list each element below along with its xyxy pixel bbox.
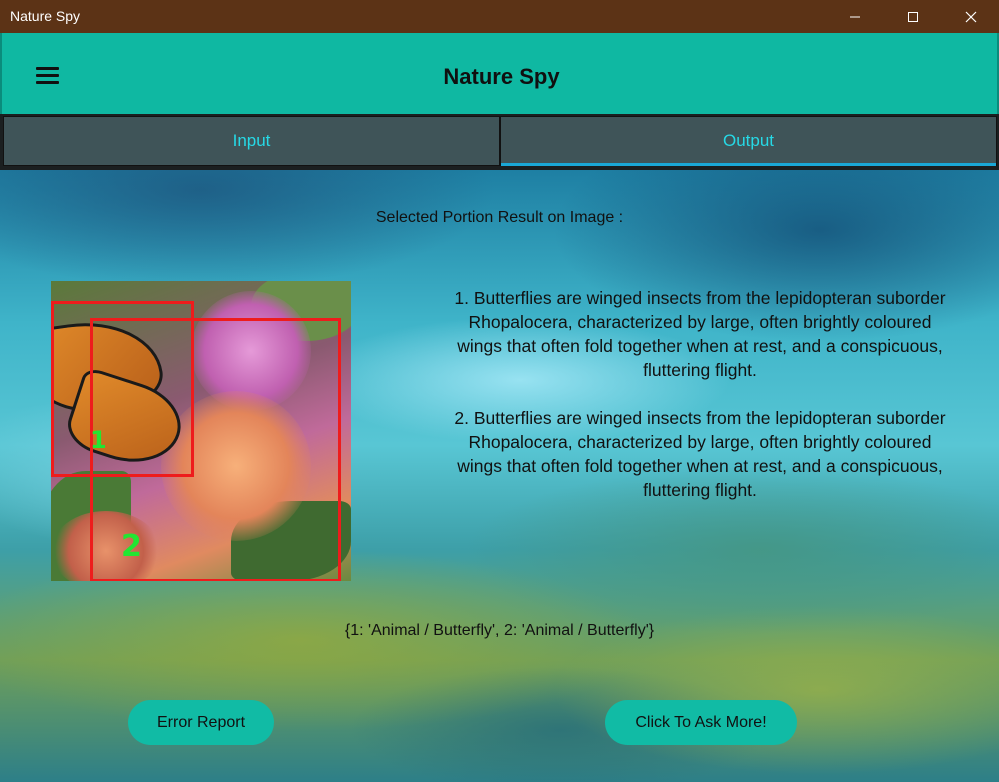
error-report-button[interactable]: Error Report xyxy=(128,700,274,745)
output-panel: Selected Portion Result on Image : 1 2 1… xyxy=(0,170,999,782)
tab-output[interactable]: Output xyxy=(500,116,997,166)
window-titlebar: Nature Spy xyxy=(0,0,999,33)
tab-input[interactable]: Input xyxy=(3,116,500,166)
maximize-button[interactable] xyxy=(884,0,942,33)
detection-label-1: 1 xyxy=(90,426,107,454)
ask-more-button[interactable]: Click To Ask More! xyxy=(605,700,797,745)
app-title: Nature Spy xyxy=(443,64,560,89)
analyzed-image: 1 2 xyxy=(51,281,351,581)
classification-summary: {1: 'Animal / Butterfly', 2: 'Animal / B… xyxy=(344,622,655,639)
close-icon xyxy=(965,11,977,22)
window-title: Nature Spy xyxy=(10,8,81,24)
description-2: 2. Butterflies are winged insects from t… xyxy=(454,408,946,500)
minimize-icon xyxy=(850,16,860,17)
maximize-icon xyxy=(908,11,918,22)
result-heading: Selected Portion Result on Image : xyxy=(375,209,624,226)
tab-bar: Input Output xyxy=(0,114,999,170)
app-bar: Nature Spy xyxy=(0,33,999,114)
description-1: 1. Butterflies are winged insects from t… xyxy=(454,288,946,380)
detection-label-2: 2 xyxy=(121,529,142,564)
close-button[interactable] xyxy=(942,0,999,33)
minimize-button[interactable] xyxy=(826,0,884,33)
